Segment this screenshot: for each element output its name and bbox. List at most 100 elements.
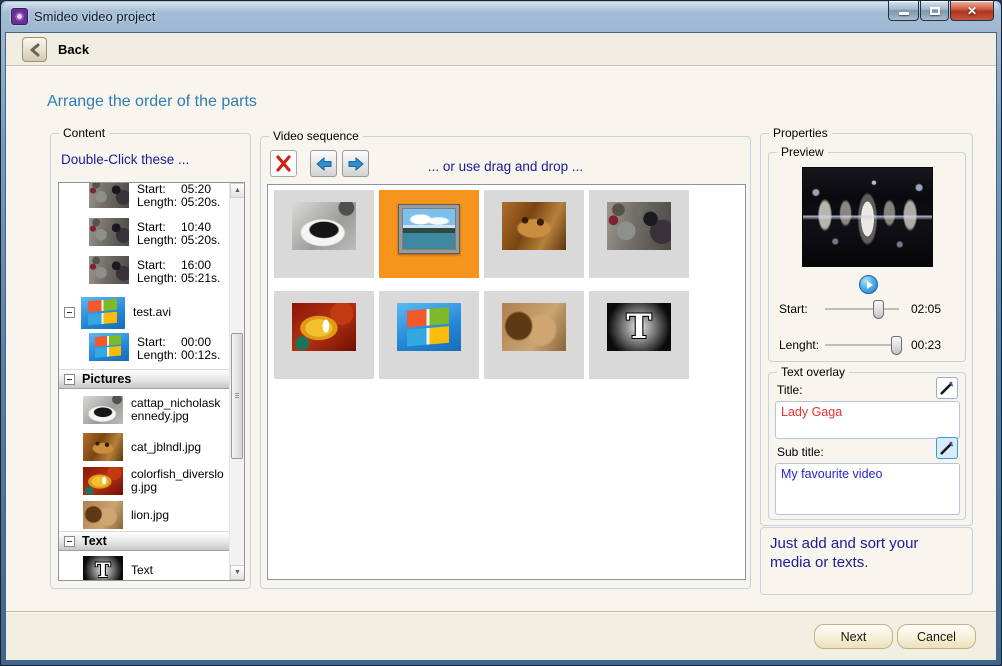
title-input[interactable]: Lady Gaga [775,401,960,439]
list-item-segment[interactable]: Start:10:40 Length:05:20s. [59,216,229,254]
text-overlay-title: Text overlay [777,365,849,379]
sequence-cell[interactable] [484,291,584,379]
length-slider[interactable] [825,344,899,347]
list-item-picture[interactable]: lion.jpg [59,497,229,531]
list-item-picture[interactable]: colorfish_diverslog.jpg [59,463,229,497]
preview-group: Preview Start: 02:05 Lenght: 00:23 [768,152,966,362]
play-button[interactable] [859,275,878,294]
cancel-button[interactable]: Cancel [897,624,976,649]
file-name: colorfish_diverslog.jpg [131,468,227,494]
font-edit-icon [940,441,954,455]
segment-info: Start:05:20 Length:05:20s. [137,183,220,209]
properties-panel-title: Properties [769,126,832,140]
hint-text: Just add and sort your media or texts. [770,535,918,571]
length-slider-thumb[interactable] [891,336,902,355]
preview-group-title: Preview [777,145,828,159]
thumbnail-cat-brown-icon [502,202,566,250]
segment-info: Start:10:40 Length:05:20s. [137,218,220,247]
length-value: 00:12s. [181,349,220,362]
sequence-cell[interactable] [379,291,479,379]
sequence-cell[interactable] [274,190,374,278]
thumbnail-cat-sink-icon [83,396,123,424]
content-list[interactable]: Start:05:20 Length:05:20s. Start:10:40 L… [58,182,245,581]
scroll-up-icon[interactable]: ▲ [230,183,245,198]
thumbnail-cat-sink-icon [292,202,356,250]
file-name: test.avi [133,306,229,319]
thumbnail-fish-icon [292,303,356,351]
length-slider-value: 00:23 [911,338,941,352]
content-panel: Content Double-Click these ... Start:05:… [50,133,251,589]
collapse-icon[interactable] [64,307,75,318]
length-value: 05:20s. [181,196,220,209]
group-name: Pictures [82,372,131,386]
minimize-button[interactable] [888,1,919,21]
back-button[interactable] [22,37,47,62]
list-item-text[interactable]: Text [59,551,229,581]
sequence-instruction: ... or use drag and drop ... [261,159,750,174]
video-sequence-panel: Video sequence ... or use drag and drop … [260,136,751,589]
scroll-down-icon[interactable]: ▼ [230,565,245,580]
title-font-button[interactable] [936,377,958,399]
app-window: Smideo video project ✕ Back Arrange the … [0,0,1002,666]
scrollbar-thumb[interactable] [231,333,243,459]
start-slider[interactable] [825,308,899,311]
list-group-pictures[interactable]: Pictures [59,369,229,389]
list-item-picture[interactable]: cattap_nicholaskennedy.jpg [59,389,229,429]
list-item-segment[interactable]: Start:05:20 Length:05:20s. [59,183,229,216]
window-title: Smideo video project [34,9,155,24]
sequence-area[interactable] [267,184,746,580]
list-item-video-node[interactable]: test.avi [59,292,229,331]
sequence-cell-selected[interactable] [379,190,479,278]
maximize-button[interactable] [920,1,949,21]
start-slider-label: Start: [779,302,808,316]
length-slider-label: Lenght: [779,338,819,352]
sequence-cell[interactable] [589,190,689,278]
page-title: Arrange the order of the parts [47,93,257,111]
list-item-segment[interactable]: Start:00:00 Length:00:12s. [59,331,229,369]
collapse-icon[interactable] [64,374,75,385]
sequence-cell[interactable] [589,291,689,379]
start-slider-thumb[interactable] [873,300,884,319]
subtitle-font-button[interactable] [936,437,958,459]
length-label: Length: [137,234,181,247]
length-label: Length: [137,196,181,209]
video-preview-frame [802,167,933,267]
close-button[interactable]: ✕ [950,1,994,21]
file-name: Text [131,564,227,577]
thumbnail-text-icon [607,303,671,351]
sequence-cell[interactable] [484,190,584,278]
subtitle-label: Sub title: [777,445,824,459]
text-overlay-group: Text overlay Title: Lady Gaga Sub title: [768,372,966,520]
length-label: Length: [137,272,181,285]
app-icon [11,8,28,25]
file-name: lion.jpg [131,509,227,522]
thumbnail-windows-logo-icon [397,303,461,351]
content-panel-title: Content [59,126,109,140]
file-name: cattap_nicholaskennedy.jpg [131,397,227,423]
list-group-text[interactable]: Text [59,531,229,551]
length-value: 05:21s. [181,272,220,285]
client-area: Back Arrange the order of the parts Cont… [5,32,997,661]
header-strip: Back [6,33,996,66]
collapse-icon[interactable] [64,536,75,547]
thumbnail-speech-icon [89,183,129,208]
back-arrow-icon [29,43,41,57]
thumbnail-fish-icon [83,467,123,495]
thumbnail-text-icon [83,556,123,581]
segment-info: Start:16:00 Length:05:21s. [137,256,220,285]
hint-box: Just add and sort your media or texts. [760,527,973,595]
list-item-picture[interactable]: cat_jblndl.jpg [59,429,229,463]
next-button[interactable]: Next [814,624,893,649]
thumbnail-framed-picture-icon [398,204,460,254]
title-bar[interactable]: Smideo video project ✕ [1,1,1001,32]
length-value: 05:20s. [181,234,220,247]
subtitle-input[interactable]: My favourite video [775,463,960,515]
scrollbar[interactable]: ▲ ▼ [229,183,244,580]
thumbnail-windows-logo-icon [81,297,125,329]
content-instruction: Double-Click these ... [61,152,189,167]
start-slider-value: 02:05 [911,302,941,316]
sequence-cell[interactable] [274,291,374,379]
list-item-segment[interactable]: Start:16:00 Length:05:21s. [59,254,229,292]
content-list-rows: Start:05:20 Length:05:20s. Start:10:40 L… [59,183,229,581]
thumbnail-cat-brown-icon [83,433,123,461]
